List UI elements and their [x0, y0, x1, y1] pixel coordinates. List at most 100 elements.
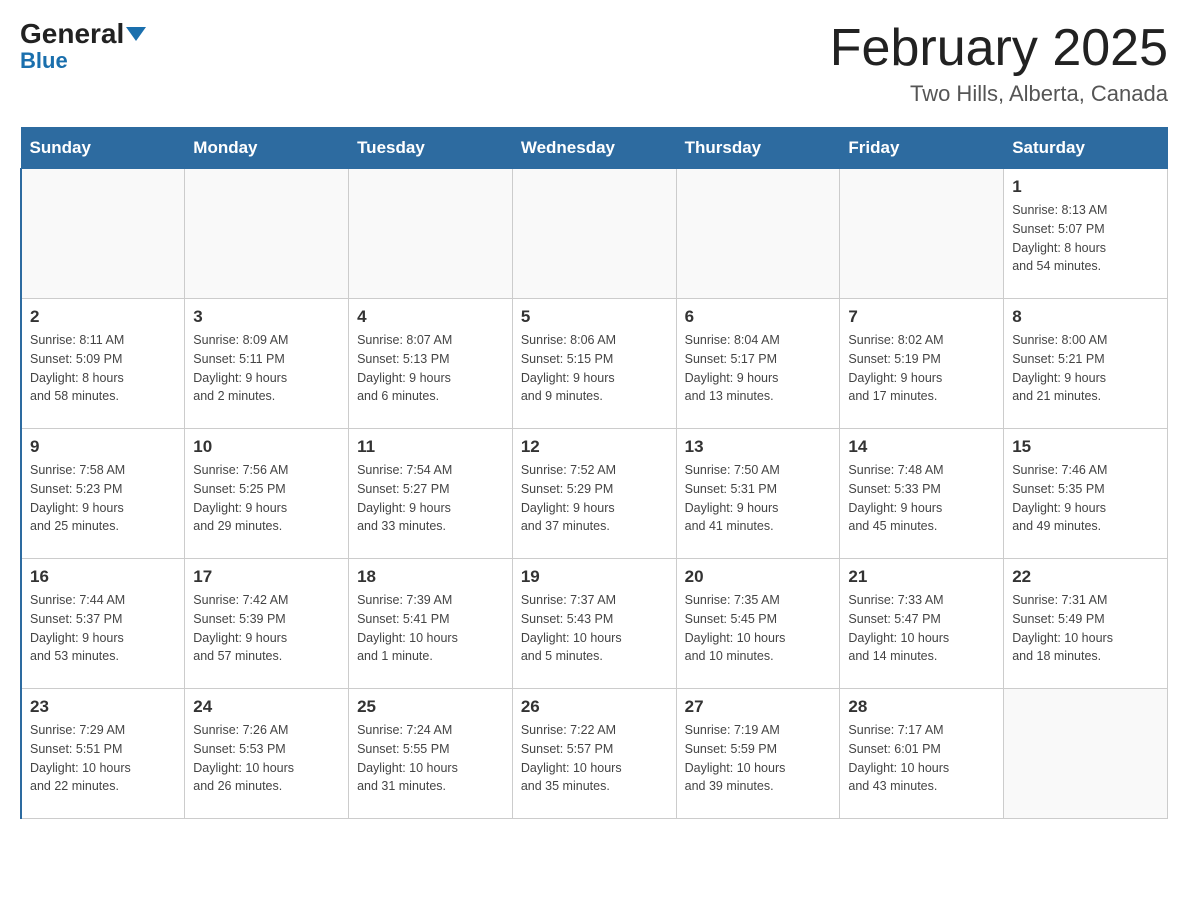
calendar-body: 1 Sunrise: 8:13 AM Sunset: 5:07 PM Daylig… — [21, 169, 1168, 819]
day-number: 19 — [521, 567, 668, 587]
calendar-cell: 25 Sunrise: 7:24 AM Sunset: 5:55 PM Dayli… — [349, 689, 513, 819]
calendar-subtitle: Two Hills, Alberta, Canada — [830, 81, 1168, 107]
calendar-cell: 27 Sunrise: 7:19 AM Sunset: 5:59 PM Dayli… — [676, 689, 840, 819]
day-info: Sunrise: 7:24 AM Sunset: 5:55 PM Dayligh… — [357, 721, 504, 796]
logo-triangle-icon — [126, 27, 146, 41]
calendar-cell: 21Sunrise: 7:33 AM Sunset: 5:47 PM Dayli… — [840, 559, 1004, 689]
calendar-cell: 15 Sunrise: 7:46 AM Sunset: 5:35 PM Dayli… — [1004, 429, 1168, 559]
day-info: Sunrise: 8:04 AM Sunset: 5:17 PM Dayligh… — [685, 331, 832, 406]
day-number: 4 — [357, 307, 504, 327]
calendar-title: February 2025 — [830, 20, 1168, 77]
day-number: 17 — [193, 567, 340, 587]
day-info: Sunrise: 8:02 AM Sunset: 5:19 PM Dayligh… — [848, 331, 995, 406]
day-info: Sunrise: 8:11 AM Sunset: 5:09 PM Dayligh… — [30, 331, 176, 406]
weekday-friday: Friday — [840, 128, 1004, 169]
logo-general-text: General — [20, 18, 124, 49]
calendar-cell: 1 Sunrise: 8:13 AM Sunset: 5:07 PM Daylig… — [1004, 169, 1168, 299]
day-info: Sunrise: 8:00 AM Sunset: 5:21 PM Dayligh… — [1012, 331, 1159, 406]
day-number: 18 — [357, 567, 504, 587]
weekday-sunday: Sunday — [21, 128, 185, 169]
day-number: 13 — [685, 437, 832, 457]
day-info: Sunrise: 7:35 AM Sunset: 5:45 PM Dayligh… — [685, 591, 832, 666]
calendar-cell: 12 Sunrise: 7:52 AM Sunset: 5:29 PM Dayli… — [512, 429, 676, 559]
weekday-wednesday: Wednesday — [512, 128, 676, 169]
day-number: 16 — [30, 567, 176, 587]
logo: General Blue — [20, 20, 146, 74]
calendar-cell — [676, 169, 840, 299]
day-info: Sunrise: 8:07 AM Sunset: 5:13 PM Dayligh… — [357, 331, 504, 406]
day-info: Sunrise: 7:37 AM Sunset: 5:43 PM Dayligh… — [521, 591, 668, 666]
day-info: Sunrise: 7:26 AM Sunset: 5:53 PM Dayligh… — [193, 721, 340, 796]
day-info: Sunrise: 7:58 AM Sunset: 5:23 PM Dayligh… — [30, 461, 176, 536]
calendar-cell: 13 Sunrise: 7:50 AM Sunset: 5:31 PM Dayli… — [676, 429, 840, 559]
day-info: Sunrise: 7:46 AM Sunset: 5:35 PM Dayligh… — [1012, 461, 1159, 536]
day-info: Sunrise: 7:56 AM Sunset: 5:25 PM Dayligh… — [193, 461, 340, 536]
day-number: 12 — [521, 437, 668, 457]
day-number: 25 — [357, 697, 504, 717]
day-info: Sunrise: 7:54 AM Sunset: 5:27 PM Dayligh… — [357, 461, 504, 536]
day-number: 28 — [848, 697, 995, 717]
calendar-cell: 26 Sunrise: 7:22 AM Sunset: 5:57 PM Dayli… — [512, 689, 676, 819]
day-info: Sunrise: 8:06 AM Sunset: 5:15 PM Dayligh… — [521, 331, 668, 406]
day-info: Sunrise: 7:22 AM Sunset: 5:57 PM Dayligh… — [521, 721, 668, 796]
calendar-week-4: 16 Sunrise: 7:44 AM Sunset: 5:37 PM Dayli… — [21, 559, 1168, 689]
calendar-week-5: 23 Sunrise: 7:29 AM Sunset: 5:51 PM Dayli… — [21, 689, 1168, 819]
logo-general: General — [20, 20, 146, 48]
day-info: Sunrise: 7:52 AM Sunset: 5:29 PM Dayligh… — [521, 461, 668, 536]
day-number: 9 — [30, 437, 176, 457]
calendar-week-1: 1 Sunrise: 8:13 AM Sunset: 5:07 PM Daylig… — [21, 169, 1168, 299]
calendar-cell — [512, 169, 676, 299]
calendar-table: SundayMondayTuesdayWednesdayThursdayFrid… — [20, 127, 1168, 819]
calendar-cell: 10 Sunrise: 7:56 AM Sunset: 5:25 PM Dayli… — [185, 429, 349, 559]
day-info: Sunrise: 8:13 AM Sunset: 5:07 PM Dayligh… — [1012, 201, 1159, 276]
calendar-week-3: 9 Sunrise: 7:58 AM Sunset: 5:23 PM Daylig… — [21, 429, 1168, 559]
weekday-thursday: Thursday — [676, 128, 840, 169]
calendar-cell: 14Sunrise: 7:48 AM Sunset: 5:33 PM Dayli… — [840, 429, 1004, 559]
calendar-cell: 8Sunrise: 8:00 AM Sunset: 5:21 PM Daylig… — [1004, 299, 1168, 429]
calendar-cell: 9 Sunrise: 7:58 AM Sunset: 5:23 PM Daylig… — [21, 429, 185, 559]
day-number: 26 — [521, 697, 668, 717]
day-info: Sunrise: 7:42 AM Sunset: 5:39 PM Dayligh… — [193, 591, 340, 666]
calendar-cell — [840, 169, 1004, 299]
calendar-cell: 20 Sunrise: 7:35 AM Sunset: 5:45 PM Dayli… — [676, 559, 840, 689]
calendar-cell — [185, 169, 349, 299]
weekday-tuesday: Tuesday — [349, 128, 513, 169]
day-info: Sunrise: 7:33 AM Sunset: 5:47 PM Dayligh… — [848, 591, 995, 666]
day-number: 6 — [685, 307, 832, 327]
day-number: 24 — [193, 697, 340, 717]
day-number: 23 — [30, 697, 176, 717]
calendar-cell: 22Sunrise: 7:31 AM Sunset: 5:49 PM Dayli… — [1004, 559, 1168, 689]
day-info: Sunrise: 7:17 AM Sunset: 6:01 PM Dayligh… — [848, 721, 995, 796]
day-number: 5 — [521, 307, 668, 327]
page-header: General Blue February 2025 Two Hills, Al… — [20, 20, 1168, 107]
calendar-cell — [21, 169, 185, 299]
calendar-cell — [349, 169, 513, 299]
day-info: Sunrise: 7:29 AM Sunset: 5:51 PM Dayligh… — [30, 721, 176, 796]
day-number: 2 — [30, 307, 176, 327]
calendar-header: SundayMondayTuesdayWednesdayThursdayFrid… — [21, 128, 1168, 169]
day-number: 10 — [193, 437, 340, 457]
calendar-cell: 28 Sunrise: 7:17 AM Sunset: 6:01 PM Dayli… — [840, 689, 1004, 819]
calendar-cell: 2 Sunrise: 8:11 AM Sunset: 5:09 PM Daylig… — [21, 299, 185, 429]
day-info: Sunrise: 7:44 AM Sunset: 5:37 PM Dayligh… — [30, 591, 176, 666]
calendar-cell: 11Sunrise: 7:54 AM Sunset: 5:27 PM Dayli… — [349, 429, 513, 559]
day-number: 27 — [685, 697, 832, 717]
weekday-saturday: Saturday — [1004, 128, 1168, 169]
day-number: 15 — [1012, 437, 1159, 457]
day-number: 20 — [685, 567, 832, 587]
calendar-cell: 4 Sunrise: 8:07 AM Sunset: 5:13 PM Daylig… — [349, 299, 513, 429]
calendar-cell: 23 Sunrise: 7:29 AM Sunset: 5:51 PM Dayli… — [21, 689, 185, 819]
day-info: Sunrise: 7:19 AM Sunset: 5:59 PM Dayligh… — [685, 721, 832, 796]
day-number: 3 — [193, 307, 340, 327]
calendar-cell: 16 Sunrise: 7:44 AM Sunset: 5:37 PM Dayli… — [21, 559, 185, 689]
day-info: Sunrise: 7:48 AM Sunset: 5:33 PM Dayligh… — [848, 461, 995, 536]
day-info: Sunrise: 7:31 AM Sunset: 5:49 PM Dayligh… — [1012, 591, 1159, 666]
title-block: February 2025 Two Hills, Alberta, Canada — [830, 20, 1168, 107]
calendar-cell — [1004, 689, 1168, 819]
calendar-cell: 24 Sunrise: 7:26 AM Sunset: 5:53 PM Dayli… — [185, 689, 349, 819]
logo-blue-text: Blue — [20, 48, 68, 74]
day-number: 1 — [1012, 177, 1159, 197]
day-info: Sunrise: 7:50 AM Sunset: 5:31 PM Dayligh… — [685, 461, 832, 536]
day-number: 7 — [848, 307, 995, 327]
weekday-header-row: SundayMondayTuesdayWednesdayThursdayFrid… — [21, 128, 1168, 169]
